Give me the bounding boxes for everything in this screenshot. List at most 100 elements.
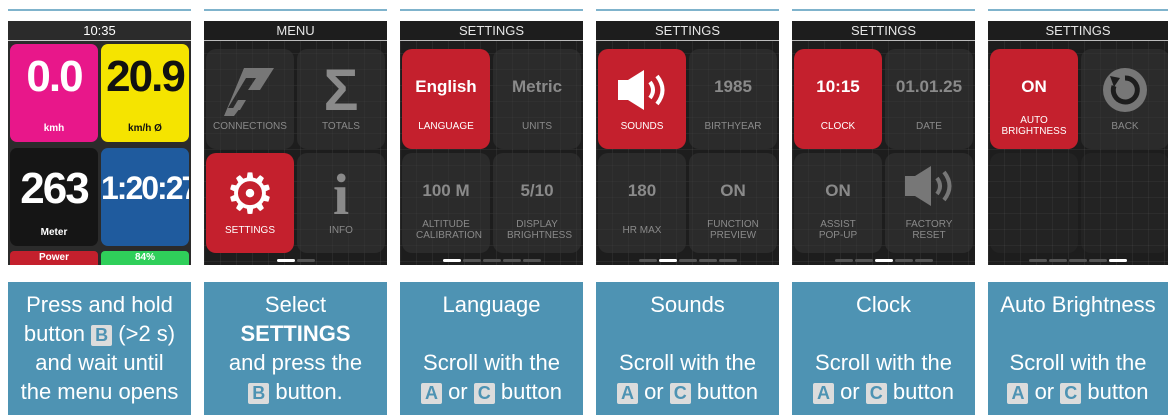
caption-line: Auto Brightness	[1000, 292, 1156, 317]
instruction-caption: Sounds Scroll with the A or C button	[596, 282, 779, 415]
instruction-caption: Select SETTINGS and press the B button.	[204, 282, 387, 415]
key-a-badge: A	[616, 383, 638, 404]
instruction-caption: Clock Scroll with the A or C button	[792, 282, 975, 415]
key-c-badge: C	[1060, 383, 1082, 404]
instruction-caption: Auto Brightness Scroll with the A or C b…	[988, 282, 1168, 415]
caption-text: button.	[269, 379, 343, 404]
screen-title: SETTINGS	[596, 21, 779, 41]
key-c-badge: C	[669, 383, 691, 404]
menu-item-totals[interactable]: Σ TOTALS	[297, 49, 385, 149]
key-c-badge: C	[473, 383, 495, 404]
ride-dashboard-screen: 10:35 0.0 kmh 20.9 km/h Ø 263 Meter 1:20…	[8, 21, 191, 265]
caption-line: and wait until	[35, 350, 164, 375]
setting-value: ON	[720, 181, 746, 200]
instruction-caption: Language Scroll with the A or C button	[400, 282, 583, 415]
key-c-badge: C	[865, 383, 887, 404]
menu-item-label: CONNECTIONS	[213, 121, 287, 132]
setting-value: ON	[1021, 77, 1047, 96]
instruction-caption: Press and hold button B (>2 s) and wait …	[8, 282, 191, 415]
setting-label: HR MAX	[622, 225, 662, 236]
battery-bar: 84%	[101, 251, 189, 265]
setting-hr-max[interactable]: 180 HR MAX	[598, 153, 686, 253]
avg-speed-value: 20.9	[106, 52, 186, 101]
speed-unit: kmh	[43, 123, 65, 134]
back-icon	[1081, 61, 1168, 119]
screen-title: SETTINGS	[792, 21, 975, 41]
caption-text: or	[833, 379, 866, 404]
duration-tile: 1:20:27	[101, 148, 189, 246]
clock-time: 10:35	[8, 21, 191, 41]
menu-item-label: SETTINGS	[224, 225, 275, 236]
setting-label: DISPLAY BRIGHTNESS	[507, 219, 573, 241]
distance-unit: Meter	[40, 227, 68, 238]
sigma-icon: Σ	[323, 57, 359, 123]
power-bar: Power	[10, 251, 98, 265]
caption-line: B button.	[204, 377, 387, 406]
setting-auto-brightness[interactable]: ON AUTO BRIGHTNESS	[990, 49, 1078, 149]
setting-function-preview[interactable]: ON FUNCTION PREVIEW	[689, 153, 777, 253]
setting-label: FUNCTION PREVIEW	[707, 219, 759, 241]
setting-value: 100 M	[422, 181, 470, 200]
caption-text: or	[441, 379, 474, 404]
setting-label: BACK	[1111, 121, 1139, 132]
setting-language[interactable]: English LANGUAGE	[402, 49, 490, 149]
speaker-icon	[598, 61, 686, 119]
setting-label: SOUNDS	[620, 121, 664, 132]
divider	[204, 9, 387, 11]
caption-line: Select	[264, 292, 327, 317]
setting-birthyear[interactable]: 1985 BIRTHYEAR	[689, 49, 777, 149]
menu-item-settings[interactable]: ⚙ SETTINGS	[206, 153, 294, 253]
setting-clock[interactable]: 10:15 CLOCK	[794, 49, 882, 149]
caption-line: and press the	[228, 350, 363, 375]
setting-label: ALTITUDE CALIBRATION	[416, 219, 482, 241]
setting-label: FACTORY RESET	[905, 219, 953, 241]
empty-tile	[1081, 153, 1168, 253]
divider	[792, 9, 975, 11]
setting-back[interactable]: BACK	[1081, 49, 1168, 149]
setting-altitude-calibration[interactable]: 100 M ALTITUDE CALIBRATION	[402, 153, 490, 253]
duration-value: 1:20:27	[101, 170, 189, 206]
divider	[596, 9, 779, 11]
caption-line: Scroll with the	[423, 350, 560, 375]
caption-line: Scroll with the	[815, 350, 952, 375]
caption-text: or	[637, 379, 670, 404]
settings-screen-sounds: SETTINGS SOUNDS 1985 BIRTHYEAR 180 HR MA…	[596, 21, 779, 265]
setting-label: CLOCK	[820, 121, 856, 132]
key-b-badge: B	[91, 325, 113, 346]
caption-text: button	[23, 321, 92, 346]
setting-value: 10:15	[816, 77, 860, 96]
caption-text: button	[886, 379, 955, 404]
setting-units[interactable]: Metric UNITS	[493, 49, 581, 149]
caption-line: Language	[442, 292, 541, 317]
empty-tile	[990, 153, 1078, 253]
setting-label: ASSIST POP-UP	[818, 219, 858, 241]
setting-value: ON	[825, 181, 851, 200]
gear-icon: ⚙	[224, 162, 276, 225]
caption-text: (>2 s)	[112, 321, 176, 346]
menu-item-label: TOTALS	[322, 121, 360, 132]
caption-line: Scroll with the	[619, 350, 756, 375]
menu-item-connections[interactable]: CONNECTIONS	[206, 49, 294, 149]
settings-screen-auto-brightness: SETTINGS ON AUTO BRIGHTNESS BACK	[988, 21, 1168, 265]
caption-line: A or C button	[596, 377, 779, 406]
menu-item-info[interactable]: i INFO	[297, 153, 385, 253]
page-indicator	[596, 259, 779, 262]
setting-display-brightness[interactable]: 5/10 DISPLAY BRIGHTNESS	[493, 153, 581, 253]
setting-value: 5/10	[520, 181, 554, 200]
setting-date[interactable]: 01.01.25 DATE	[885, 49, 973, 149]
speaker-icon	[885, 157, 973, 215]
setting-value: 01.01.25	[895, 77, 963, 96]
caption-text: button	[690, 379, 759, 404]
connections-icon	[206, 61, 294, 119]
menu-screen: MENU CONNECTIONS Σ TOTALS ⚙ SETTINGS i I…	[204, 21, 387, 265]
screen-title: MENU	[204, 21, 387, 41]
setting-sounds[interactable]: SOUNDS	[598, 49, 686, 149]
caption-line: button B (>2 s)	[8, 319, 191, 348]
caption-line: A or C button	[400, 377, 583, 406]
setting-factory-reset[interactable]: FACTORY RESET	[885, 153, 973, 253]
power-label: Power	[38, 252, 69, 263]
page-indicator	[204, 259, 387, 262]
divider	[400, 9, 583, 11]
setting-assist-popup[interactable]: ON ASSIST POP-UP	[794, 153, 882, 253]
